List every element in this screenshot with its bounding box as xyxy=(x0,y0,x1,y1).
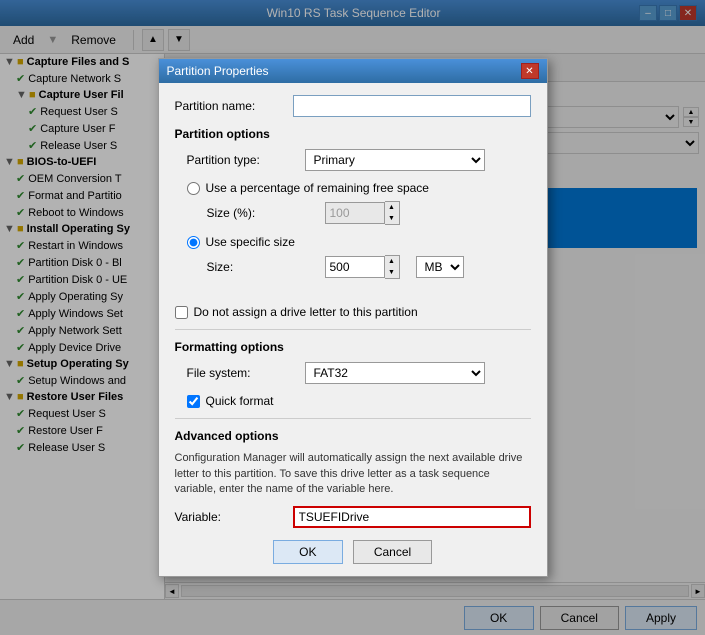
dialog-buttons: OK Cancel xyxy=(175,540,531,564)
partition-type-label: Partition type: xyxy=(187,153,297,167)
size-percent-label: Size (%): xyxy=(207,206,317,220)
formatting-section: File system: FAT32 NTFS Quick format xyxy=(175,362,531,408)
advanced-options-label: Advanced options xyxy=(175,429,531,443)
no-drive-letter-row: Do not assign a drive letter to this par… xyxy=(175,305,531,319)
partition-name-row: Partition name: xyxy=(175,95,531,117)
dialog-separator-2 xyxy=(175,418,531,419)
advanced-description: Configuration Manager will automatically… xyxy=(175,451,531,497)
radio-percentage[interactable] xyxy=(187,182,200,195)
partition-options-label: Partition options xyxy=(175,127,531,141)
partition-name-label: Partition name: xyxy=(175,99,285,113)
radio-percentage-label: Use a percentage of remaining free space xyxy=(206,181,429,195)
size-spinner-buttons: ▲ ▼ xyxy=(385,255,400,279)
dialog-separator-1 xyxy=(175,329,531,330)
size-row: Size: ▲ ▼ MB GB xyxy=(187,255,531,279)
dialog-cancel-button[interactable]: Cancel xyxy=(353,540,432,564)
size-spinner-up[interactable]: ▲ xyxy=(385,256,399,267)
radio-percentage-row: Use a percentage of remaining free space xyxy=(187,181,531,195)
size-spinner-down[interactable]: ▼ xyxy=(385,267,399,278)
partition-options-section: Partition type: Primary Extended Logical… xyxy=(175,149,531,279)
dialog-body: Partition name: Partition options Partit… xyxy=(159,83,547,575)
spinner-down[interactable]: ▼ xyxy=(385,213,399,224)
size-percent-input[interactable] xyxy=(325,202,385,224)
dialog-ok-button[interactable]: OK xyxy=(273,540,343,564)
variable-row: Variable: xyxy=(175,506,531,528)
partition-properties-dialog: Partition Properties ✕ Partition name: P… xyxy=(158,58,548,576)
dialog-close-button[interactable]: ✕ xyxy=(521,63,539,79)
size-unit-select[interactable]: MB GB xyxy=(416,256,464,278)
quick-format-row: Quick format xyxy=(187,394,531,408)
no-drive-letter-checkbox[interactable] xyxy=(175,306,188,319)
dialog-overlay: Partition Properties ✕ Partition name: P… xyxy=(0,0,705,635)
dialog-title: Partition Properties xyxy=(167,64,269,78)
partition-name-input[interactable] xyxy=(293,95,531,117)
radio-specific[interactable] xyxy=(187,236,200,249)
formatting-options-label: Formatting options xyxy=(175,340,531,354)
spinner-up[interactable]: ▲ xyxy=(385,202,399,213)
radio-specific-label: Use specific size xyxy=(206,235,295,249)
size-percent-row: Size (%): ▲ ▼ xyxy=(187,201,531,225)
dialog-title-bar: Partition Properties ✕ xyxy=(159,59,547,83)
size-percent-spinner: ▲ ▼ xyxy=(325,201,400,225)
variable-input[interactable] xyxy=(293,506,531,528)
size-spinner: ▲ ▼ xyxy=(325,255,400,279)
size-label: Size: xyxy=(207,260,317,274)
file-system-select[interactable]: FAT32 NTFS xyxy=(305,362,485,384)
radio-specific-row: Use specific size xyxy=(187,235,531,249)
quick-format-label: Quick format xyxy=(206,394,274,408)
partition-type-select[interactable]: Primary Extended Logical xyxy=(305,149,485,171)
spinner-buttons: ▲ ▼ xyxy=(385,201,400,225)
file-system-label: File system: xyxy=(187,366,297,380)
size-input[interactable] xyxy=(325,256,385,278)
variable-label: Variable: xyxy=(175,510,285,524)
file-system-row: File system: FAT32 NTFS xyxy=(187,362,531,384)
no-drive-letter-label: Do not assign a drive letter to this par… xyxy=(194,305,418,319)
partition-type-row: Partition type: Primary Extended Logical xyxy=(187,149,531,171)
quick-format-checkbox[interactable] xyxy=(187,395,200,408)
